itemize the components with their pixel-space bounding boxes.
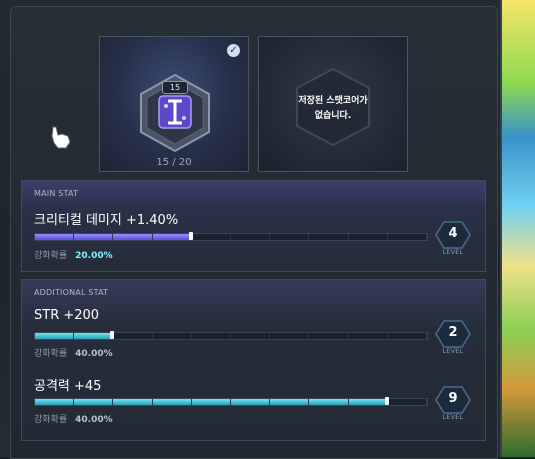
additional-stat-level-badge: 9 LEVEL — [435, 386, 471, 422]
progress-segment — [74, 333, 114, 339]
main-stat-level: 4 — [448, 226, 458, 241]
additional-stat-label: ADDITIONAL STAT — [34, 288, 109, 297]
probability-value: 20.00% — [75, 251, 113, 261]
progress-segment — [270, 399, 310, 405]
progress-segment — [231, 399, 271, 405]
selected-core-slot[interactable]: ✓ 15 15 / 20 — [99, 36, 249, 172]
progress-segment — [192, 234, 232, 240]
probability-label: 강화확률 — [34, 415, 68, 425]
empty-slot-line2: 없습니다. — [314, 111, 352, 121]
progress-segment — [35, 234, 75, 240]
core-count: 15 / 20 — [156, 157, 192, 168]
stat-core-window: ✓ 15 15 / 20 저장된 스탯코어가 없습니다. MAIN STAT 크… — [0, 0, 502, 459]
hand-cursor-icon — [51, 126, 71, 149]
progress-segment — [348, 399, 388, 405]
main-stat-progress-bar — [34, 232, 428, 241]
checkmark-icon: ✓ — [227, 44, 240, 57]
progress-segment — [152, 399, 192, 405]
additional-stat-name: 공격력 +45 — [34, 379, 102, 394]
progress-segment — [192, 333, 232, 339]
empty-slot-line1: 저장된 스탯코어가 — [298, 96, 368, 106]
core-level-badge: 15 — [162, 81, 188, 94]
main-stat-name: 크리티컬 데미지 +1.40% — [34, 213, 179, 228]
progress-segment — [349, 234, 388, 240]
progress-segment — [152, 234, 192, 240]
progress-segment — [388, 333, 428, 339]
progress-segment — [231, 333, 271, 339]
main-stat-section: MAIN STAT 크리티컬 데미지 +1.40% 강화확률 20.00% 4 L… — [21, 180, 486, 272]
progress-tip — [384, 397, 389, 405]
additional-stat-level-badge: 2 LEVEL — [435, 320, 471, 356]
additional-stat-level: 9 — [448, 391, 458, 406]
level-label: LEVEL — [442, 249, 464, 256]
progress-segment — [309, 333, 349, 339]
probability-label: 강화확률 — [34, 251, 68, 261]
progress-segment — [74, 234, 114, 240]
progress-segment — [74, 399, 114, 405]
progress-segment — [388, 399, 428, 405]
main-stat-label: MAIN STAT — [34, 189, 79, 198]
additional-stat-level: 2 — [448, 325, 458, 340]
progress-tip — [110, 331, 115, 339]
game-world-background — [500, 0, 535, 457]
progress-segment — [153, 333, 192, 339]
progress-segment — [309, 399, 349, 405]
progress-segment — [113, 399, 153, 405]
main-stat-probability: 강화확률 20.00% — [34, 248, 113, 261]
saved-core-slot[interactable]: 저장된 스탯코어가 없습니다. — [258, 36, 408, 172]
additional-stat-probability: 강화확률 40.00% — [34, 412, 113, 425]
progress-segment — [113, 333, 153, 339]
progress-segment — [113, 234, 153, 240]
additional-stat-probability: 강화확률 40.00% — [34, 346, 113, 359]
additional-stat-name: STR +200 — [34, 308, 100, 323]
progress-segment — [270, 234, 310, 240]
progress-segment — [270, 333, 310, 339]
progress-segment — [349, 333, 388, 339]
additional-stat-progress-bar — [34, 331, 428, 340]
progress-segment — [309, 234, 349, 240]
probability-value: 40.00% — [75, 415, 113, 425]
main-stat-level-badge: 4 LEVEL — [435, 221, 471, 257]
progress-segment — [231, 234, 271, 240]
progress-segment — [35, 399, 75, 405]
level-label: LEVEL — [442, 414, 464, 421]
progress-segment — [35, 333, 75, 339]
empty-slot-message: 저장된 스탯코어가 없습니다. — [259, 94, 407, 124]
additional-stat-section: ADDITIONAL STAT STR +200 강화확률 40.00% 2 LE… — [21, 279, 486, 441]
progress-segment — [191, 399, 232, 405]
level-label: LEVEL — [442, 348, 464, 355]
additional-stat-progress-bar — [34, 397, 428, 406]
progress-segment — [388, 234, 428, 240]
probability-value: 40.00% — [75, 349, 113, 359]
probability-label: 강화확률 — [34, 349, 68, 359]
progress-tip — [188, 232, 193, 240]
